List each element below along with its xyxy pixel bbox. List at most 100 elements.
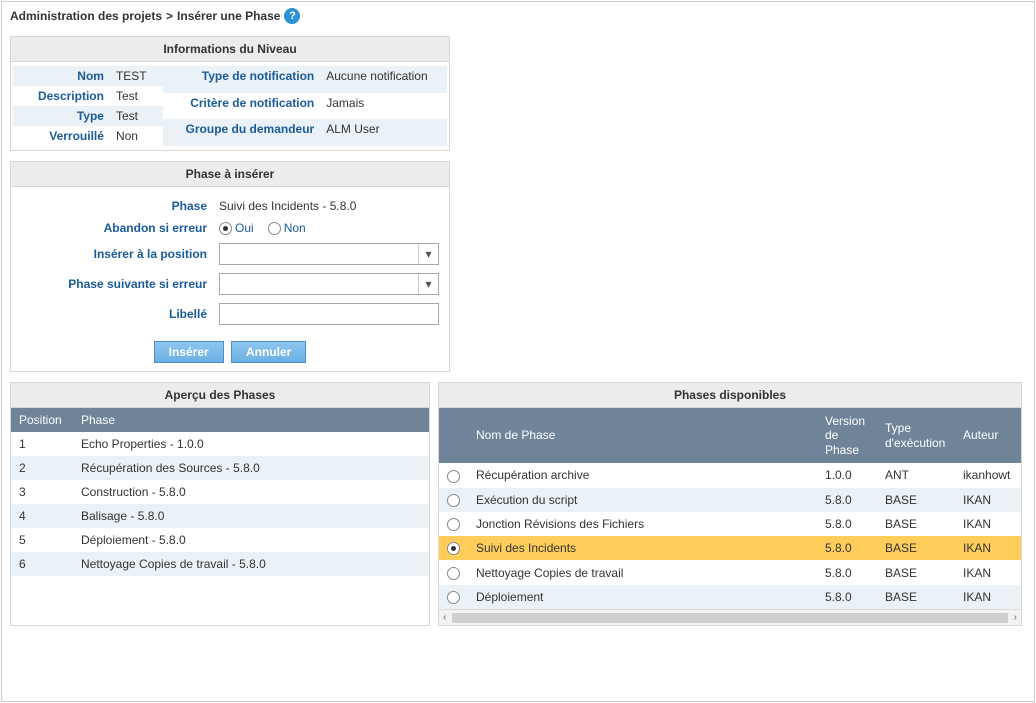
cell-phase-name: Nettoyage Copies de travail xyxy=(468,560,817,584)
scroll-right-icon[interactable]: › xyxy=(1014,612,1017,623)
cell-exec: BASE xyxy=(877,488,955,512)
scroll-left-icon[interactable]: ‹ xyxy=(443,612,446,623)
table-row[interactable]: Jonction Révisions des Fichiers5.8.0BASE… xyxy=(439,512,1021,536)
val-lock: Non xyxy=(110,126,163,146)
next-phase-select[interactable]: ▾ xyxy=(219,273,439,295)
abort-radio-set: Oui Non xyxy=(219,221,439,235)
cancel-button[interactable]: Annuler xyxy=(231,341,306,363)
label-desc: Description xyxy=(13,86,110,106)
table-row[interactable]: Nettoyage Copies de travail5.8.0BASEIKAN xyxy=(439,560,1021,584)
available-title: Phases disponibles xyxy=(439,383,1021,408)
cell-empty xyxy=(411,504,429,528)
val-phase: Suivi des Incidents - 5.8.0 xyxy=(213,195,445,217)
breadcrumb: Administration des projets > Insérer une… xyxy=(10,8,1026,24)
table-row[interactable]: 3Construction - 5.8.0 xyxy=(11,480,429,504)
cell-exec: BASE xyxy=(877,536,955,560)
insert-form: Phase Suivi des Incidents - 5.8.0 Abando… xyxy=(15,195,445,329)
bottom-row: Aperçu des Phases Position Phase 1Echo P… xyxy=(10,382,1026,636)
cell-radio[interactable] xyxy=(439,512,468,536)
available-scroll[interactable]: Nom de Phase Version de Phase Type d'exé… xyxy=(439,408,1021,609)
table-row[interactable]: Suivi des Incidents5.8.0BASEIKAN xyxy=(439,536,1021,560)
abort-yes-radio[interactable]: Oui xyxy=(219,221,254,235)
cell-phase: Nettoyage Copies de travail - 5.8.0 xyxy=(73,552,411,576)
cell-phase-name: Récupération archive xyxy=(468,463,817,487)
cell-position: 3 xyxy=(11,480,73,504)
label-libelle: Libellé xyxy=(15,299,213,329)
form-buttons: Insérer Annuler xyxy=(11,335,449,371)
radio-icon xyxy=(447,470,460,483)
cell-phase-name: Suivi des Incidents xyxy=(468,536,817,560)
cell-phase-name: Déploiement xyxy=(468,585,817,609)
label-position: Insérer à la position xyxy=(15,239,213,269)
cell-version: 1.0.0 xyxy=(817,463,877,487)
available-table: Nom de Phase Version de Phase Type d'exé… xyxy=(439,408,1021,609)
page-root: Administration des projets > Insérer une… xyxy=(1,1,1035,702)
cell-empty xyxy=(411,480,429,504)
table-row[interactable]: 6Nettoyage Copies de travail - 5.8.0 xyxy=(11,552,429,576)
cell-author: IKAN xyxy=(955,488,1021,512)
label-group: Groupe du demandeur xyxy=(163,119,320,146)
cell-empty xyxy=(411,432,429,456)
cell-phase: Déploiement - 5.8.0 xyxy=(73,528,411,552)
insert-button[interactable]: Insérer xyxy=(154,341,224,363)
val-desc: Test xyxy=(110,86,163,106)
level-info-panel: Informations du Niveau Nom TEST Descript… xyxy=(10,36,450,151)
radio-icon xyxy=(447,542,460,555)
cell-phase-name: Exécution du script xyxy=(468,488,817,512)
cell-empty xyxy=(411,552,429,576)
table-row[interactable]: Récupération archive1.0.0ANTikanhowt xyxy=(439,463,1021,487)
col-radio xyxy=(439,408,468,463)
cell-radio[interactable] xyxy=(439,585,468,609)
label-crit: Critère de notification xyxy=(163,93,320,120)
cell-author: IKAN xyxy=(955,560,1021,584)
cell-version: 5.8.0 xyxy=(817,585,877,609)
radio-icon xyxy=(447,591,460,604)
breadcrumb-root[interactable]: Administration des projets xyxy=(10,9,162,23)
table-row[interactable]: 5Déploiement - 5.8.0 xyxy=(11,528,429,552)
scroll-track[interactable] xyxy=(452,613,1007,623)
table-row[interactable]: 4Balisage - 5.8.0 xyxy=(11,504,429,528)
cell-exec: ANT xyxy=(877,463,955,487)
cell-phase: Construction - 5.8.0 xyxy=(73,480,411,504)
cell-radio[interactable] xyxy=(439,463,468,487)
table-row[interactable]: Exécution du script5.8.0BASEIKAN xyxy=(439,488,1021,512)
available-panel: Phases disponibles Nom de Phase Version … xyxy=(438,382,1022,626)
col-phase: Phase xyxy=(73,408,411,432)
radio-icon xyxy=(447,518,460,531)
cell-position: 5 xyxy=(11,528,73,552)
val-type: Test xyxy=(110,106,163,126)
cell-exec: BASE xyxy=(877,585,955,609)
label-next-phase: Phase suivante si erreur xyxy=(15,269,213,299)
cell-empty xyxy=(411,456,429,480)
chevron-down-icon: ▾ xyxy=(418,274,438,294)
abort-yes-label: Oui xyxy=(235,221,254,235)
help-icon[interactable]: ? xyxy=(284,8,300,24)
radio-icon xyxy=(219,222,232,235)
overview-title: Aperçu des Phases xyxy=(11,383,429,408)
cell-radio[interactable] xyxy=(439,488,468,512)
breadcrumb-sep: > xyxy=(166,9,173,23)
abort-no-label: Non xyxy=(284,221,306,235)
cell-author: ikanhowt xyxy=(955,463,1021,487)
abort-no-radio[interactable]: Non xyxy=(268,221,306,235)
position-select[interactable]: ▾ xyxy=(219,243,439,265)
h-scrollbar[interactable]: ‹ › xyxy=(439,609,1021,625)
table-row[interactable]: 1Echo Properties - 1.0.0 xyxy=(11,432,429,456)
cell-position: 6 xyxy=(11,552,73,576)
col-position: Position xyxy=(11,408,73,432)
col-empty xyxy=(411,408,429,432)
cell-radio[interactable] xyxy=(439,536,468,560)
table-row[interactable]: 2Récupération des Sources - 5.8.0 xyxy=(11,456,429,480)
val-notif: Aucune notification xyxy=(320,66,447,93)
cell-author: IKAN xyxy=(955,536,1021,560)
col-exec: Type d'exécution xyxy=(877,408,955,463)
libelle-input[interactable] xyxy=(219,303,439,325)
breadcrumb-page: Insérer une Phase xyxy=(177,9,280,23)
available-wrap: Nom de Phase Version de Phase Type d'exé… xyxy=(439,408,1021,625)
cell-version: 5.8.0 xyxy=(817,560,877,584)
cell-radio[interactable] xyxy=(439,560,468,584)
radio-icon xyxy=(447,567,460,580)
cell-phase: Balisage - 5.8.0 xyxy=(73,504,411,528)
cell-version: 5.8.0 xyxy=(817,488,877,512)
table-row[interactable]: Déploiement5.8.0BASEIKAN xyxy=(439,585,1021,609)
